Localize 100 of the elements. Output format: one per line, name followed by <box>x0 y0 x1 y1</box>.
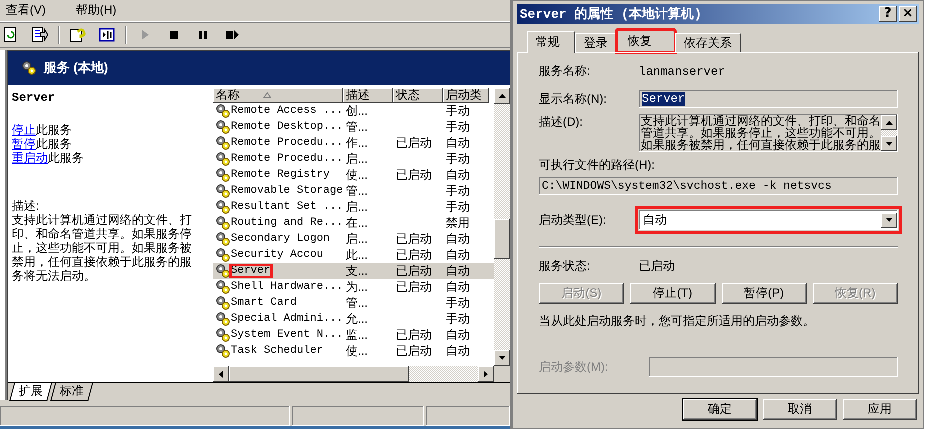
horizontal-scrollbar[interactable] <box>213 366 510 382</box>
table-cell: Secondary Logon <box>231 233 330 245</box>
table-cell: 自动 <box>446 280 470 294</box>
action-link[interactable]: 重启动 <box>12 151 48 165</box>
table-row[interactable]: Remote Procedu... 启... 手动 <box>213 151 494 167</box>
status-value: 已启动 <box>639 258 675 275</box>
table-row[interactable]: Remote Desktop... 管... 手动 <box>213 119 494 135</box>
field-label: 服务名称: <box>539 63 592 80</box>
table-cell: 已启动 <box>396 280 432 294</box>
table-cell: 使... <box>346 168 368 182</box>
table-row[interactable]: Server 支... 已启动 自动 <box>213 263 494 279</box>
menu-item[interactable]: 帮助(H) <box>76 2 117 19</box>
table-cell: System Event N... <box>231 329 343 341</box>
table-cell: 使... <box>346 344 368 358</box>
table-row[interactable]: Special Admini... 允... 手动 <box>213 311 494 327</box>
gear-icon <box>216 296 230 310</box>
table-row[interactable]: Shell Hardware... 为... 已启动 自动 <box>213 279 494 295</box>
dialog-button[interactable]: 取消 <box>763 399 837 420</box>
stop-icon[interactable] <box>168 28 180 42</box>
table-row[interactable]: Secondary Logon 启... 已启动 自动 <box>213 231 494 247</box>
table-cell: Remote Access ... <box>231 105 343 117</box>
gear-icon <box>216 264 230 278</box>
table-cell: Remote Registry <box>231 169 330 181</box>
table-cell: 自动 <box>446 328 470 342</box>
table-cell: 自动 <box>446 264 470 278</box>
gear-icon <box>216 344 230 358</box>
table-cell: 手动 <box>446 184 470 198</box>
title-bar-button[interactable]: ? <box>879 6 897 22</box>
title-bar-button[interactable]: × <box>899 6 917 22</box>
column-header[interactable]: 状态 <box>393 88 443 103</box>
display-name-field[interactable]: Server <box>639 90 898 108</box>
action-text: 重启动此服务 <box>12 151 85 165</box>
table-row[interactable]: Remote Procedu... 作... 已启动 自动 <box>213 135 494 151</box>
table-row[interactable]: Security Accou 此... 已启动 自动 <box>213 247 494 263</box>
view-tab[interactable]: 标准 <box>50 383 94 401</box>
startup-type-dropdown[interactable]: 自动 <box>639 210 898 230</box>
column-header[interactable]: 描述 <box>343 88 393 103</box>
restart-icon[interactable] <box>225 28 239 42</box>
export-icon[interactable] <box>32 27 48 43</box>
table-row[interactable]: Routing and Re... 在... 禁用 <box>213 215 494 231</box>
tab[interactable]: 登录 <box>575 33 617 52</box>
table-row[interactable]: Smart Card 管... 手动 <box>213 295 494 311</box>
table-cell: 启... <box>346 200 368 214</box>
table-cell: Remote Procedu... <box>231 153 343 165</box>
table-row[interactable]: Remote Access ... 创... 手动 <box>213 103 494 119</box>
table-cell: 已启动 <box>396 344 432 358</box>
column-header[interactable]: 名称 <box>213 88 343 103</box>
up-arrow-icon <box>498 94 506 98</box>
field-label: 启动参数(M): <box>539 358 610 376</box>
tab[interactable]: 恢复 <box>617 30 675 52</box>
gear-icon <box>22 61 36 75</box>
start-params-field[interactable] <box>649 357 898 377</box>
table-row[interactable]: Task Scheduler 使... 已启动 自动 <box>213 343 494 359</box>
view-tab[interactable]: 扩展 <box>10 383 52 401</box>
down-arrow-icon <box>886 218 892 222</box>
tab[interactable]: 常规 <box>527 31 575 53</box>
table-cell: Remote Procedu... <box>231 137 343 149</box>
scrollbar-thumb[interactable] <box>494 219 510 259</box>
refresh-icon[interactable] <box>3 27 19 43</box>
hint-text: 当从此处启动服务时，您可指定所适用的启动参数。 <box>539 313 816 330</box>
gear-icon <box>216 200 230 214</box>
menu-item[interactable]: 查看(V) <box>6 2 46 19</box>
table-cell: 已启动 <box>396 168 432 182</box>
action-text: 停止此服务 <box>12 123 73 137</box>
action-link[interactable]: 暂停 <box>12 137 36 151</box>
table-cell: 已启动 <box>396 328 432 342</box>
column-header[interactable]: 启动类 <box>443 88 489 103</box>
gear-icon <box>216 312 230 326</box>
table-row[interactable]: Removable Storage 管... 手动 <box>213 183 494 199</box>
table-cell: 创... <box>346 104 368 118</box>
table-cell: 管... <box>346 296 368 310</box>
scrollbar-thumb[interactable] <box>229 366 409 382</box>
tab[interactable]: 依存关系 <box>675 33 741 52</box>
table-cell: 此... <box>346 248 368 262</box>
action-link[interactable]: 停止 <box>12 123 36 137</box>
gear-icon <box>216 168 230 182</box>
gear-icon <box>216 184 230 198</box>
table-row[interactable]: Remote Registry 使... 已启动 自动 <box>213 167 494 183</box>
gear-icon <box>216 280 230 294</box>
table-cell: 手动 <box>446 104 470 118</box>
dialog-button[interactable]: 确定 <box>683 399 757 420</box>
table-cell: 为... <box>346 280 368 294</box>
description-label: 描述: <box>12 199 40 213</box>
field-label: 显示名称(N): <box>539 90 608 108</box>
help-icon[interactable] <box>70 27 86 43</box>
vertical-scrollbar[interactable] <box>494 88 510 366</box>
table-cell: Task Scheduler <box>231 345 324 357</box>
table-cell: 已启动 <box>396 232 432 246</box>
pause-icon[interactable] <box>197 28 209 42</box>
left-arrow-icon <box>219 370 223 378</box>
table-cell: Server <box>231 265 271 277</box>
service-button[interactable]: 暂停(P) <box>722 283 807 304</box>
table-cell: 启... <box>346 152 368 166</box>
view-icon[interactable] <box>99 27 115 43</box>
table-row[interactable]: Resultant Set ... 启... 手动 <box>213 199 494 215</box>
table-row[interactable]: System Event N... 监... 已启动 自动 <box>213 327 494 343</box>
dialog-button[interactable]: 应用 <box>843 399 917 420</box>
table-cell: 已启动 <box>396 136 432 150</box>
path-field: C:\WINDOWS\system32\svchost.exe -k netsvcs <box>539 177 898 195</box>
service-button[interactable]: 停止(T) <box>630 283 716 304</box>
